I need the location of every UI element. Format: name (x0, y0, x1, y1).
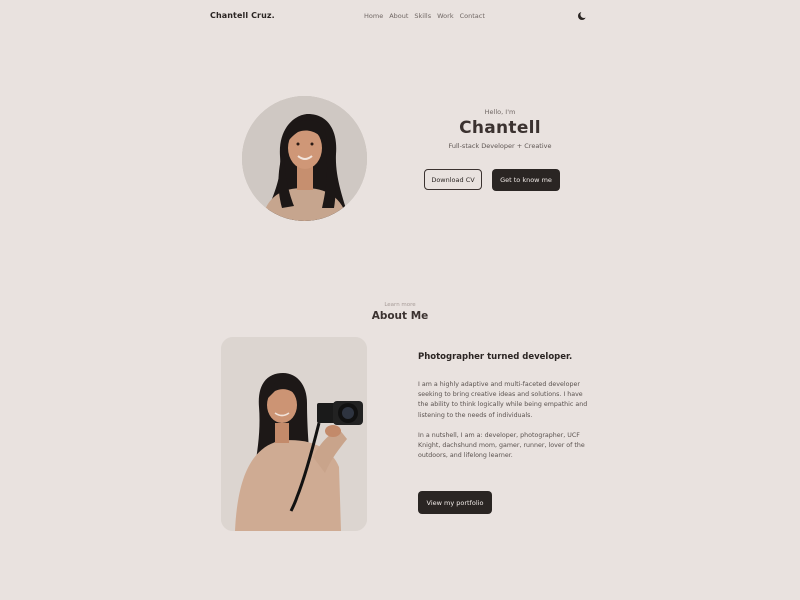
hero-name: Chantell (459, 118, 541, 138)
hero-buttons: Download CV Get to know me (424, 169, 560, 191)
nav-link-about[interactable]: About (389, 12, 408, 20)
get-to-know-me-button[interactable]: Get to know me (492, 169, 560, 191)
nav-menu: Home About Skills Work Contact (364, 12, 485, 20)
navbar: Chantell Cruz. Home About Skills Work Co… (0, 0, 800, 34)
about-paragraph-2: In a nutshell, I am a: developer, photog… (418, 431, 585, 460)
nav-link-contact[interactable]: Contact (460, 12, 485, 20)
moon-icon[interactable] (577, 11, 587, 21)
nav-link-home[interactable]: Home (364, 12, 383, 20)
about-paragraph-1: I am a highly adaptive and multi-faceted… (418, 381, 588, 419)
hero-intro: Hello, I'm Chantell Full-stack Developer… (420, 108, 580, 150)
nav-link-skills[interactable]: Skills (414, 12, 431, 20)
hero-greeting: Hello, I'm (484, 108, 516, 116)
brand-logo[interactable]: Chantell Cruz. (210, 11, 275, 20)
about-content: Photographer turned developer. I am a hi… (418, 352, 593, 471)
portfolio-page: Chantell Cruz. Home About Skills Work Co… (0, 0, 800, 600)
hero-role: Full-stack Developer + Creative (448, 142, 552, 150)
nav-link-work[interactable]: Work (437, 12, 453, 20)
about-subtitle: Learn more (384, 302, 416, 308)
about-title: About Me (371, 310, 429, 322)
about-photo (221, 337, 367, 531)
hero-profile-photo (242, 96, 367, 221)
download-cv-button[interactable]: Download CV (424, 169, 482, 190)
view-portfolio-button[interactable]: View my portfolio (418, 491, 492, 514)
about-heading: Photographer turned developer. (418, 352, 573, 362)
